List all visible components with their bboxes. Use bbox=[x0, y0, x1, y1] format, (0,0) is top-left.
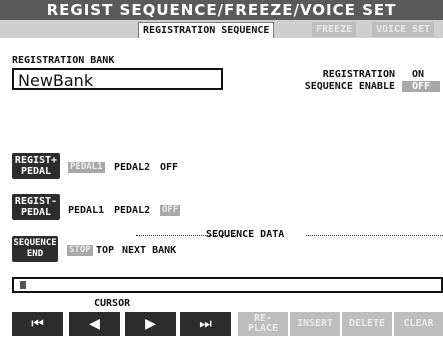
sequence-enable-label-line1: REGISTRATION bbox=[322, 69, 395, 80]
cursor-first-button[interactable]: ⏮ bbox=[12, 312, 63, 336]
regist-plus-pedal1-option[interactable]: PEDAL1 bbox=[68, 162, 105, 173]
sequence-end-next-bank-option[interactable]: NEXT BANK bbox=[122, 245, 176, 256]
regist-plus-label-line1: REGIST+ bbox=[14, 155, 58, 166]
regist-plus-label-line2: PEDAL bbox=[20, 166, 52, 177]
regist-minus-pedal-button[interactable]: REGIST- PEDAL bbox=[12, 194, 60, 220]
regist-minus-off-option[interactable]: OFF bbox=[160, 205, 181, 216]
replace-button[interactable]: RE- PLACE bbox=[238, 312, 288, 336]
sequence-end-label-line1: SEQUENCE bbox=[13, 238, 57, 248]
registration-bank-label: REGISTRATION BANK bbox=[12, 55, 115, 66]
cursor-label: CURSOR bbox=[94, 298, 131, 309]
regist-plus-pedal2-option[interactable]: PEDAL2 bbox=[114, 162, 150, 173]
insert-button[interactable]: INSERT bbox=[290, 312, 340, 336]
arrow-left-icon: ◀ bbox=[89, 316, 100, 332]
sequence-enable-label-line2: SEQUENCE ENABLE bbox=[304, 81, 395, 92]
regist-minus-pedal2-option[interactable]: PEDAL2 bbox=[114, 205, 150, 216]
sequence-data-divider-right bbox=[306, 235, 443, 236]
window-title: REGIST SEQUENCE/FREEZE/VOICE SET bbox=[0, 0, 443, 20]
regist-minus-pedal1-option[interactable]: PEDAL1 bbox=[68, 205, 104, 216]
sequence-enable-on-option[interactable]: ON bbox=[412, 69, 424, 80]
sequence-end-stop-option[interactable]: STOP bbox=[67, 245, 93, 256]
regist-minus-label-line2: PEDAL bbox=[20, 207, 52, 218]
tab-voice-set[interactable]: VOICE SET bbox=[372, 22, 435, 37]
sequence-end-label-line2: END bbox=[26, 249, 44, 259]
cursor-next-button[interactable]: ▶ bbox=[125, 312, 176, 336]
tab-freeze[interactable]: FREEZE bbox=[312, 22, 357, 37]
sequence-data-field[interactable] bbox=[12, 277, 443, 293]
sequence-end-button[interactable]: SEQUENCE END bbox=[12, 236, 58, 262]
delete-button[interactable]: DELETE bbox=[342, 312, 392, 336]
sequence-data-header: SEQUENCE DATA bbox=[206, 229, 285, 240]
registration-bank-name-field[interactable]: NewBank bbox=[12, 68, 223, 90]
regist-plus-pedal-button[interactable]: REGIST+ PEDAL bbox=[12, 153, 60, 179]
sequence-enable-off-option[interactable]: OFF bbox=[402, 81, 440, 92]
clear-button[interactable]: CLEAR bbox=[394, 312, 443, 336]
arrow-right-icon: ▶ bbox=[145, 316, 156, 332]
skip-to-start-icon: ⏮ bbox=[31, 316, 44, 332]
cursor-prev-button[interactable]: ◀ bbox=[69, 312, 120, 336]
tab-registration-sequence[interactable]: REGISTRATION SEQUENCE bbox=[138, 22, 275, 38]
skip-to-end-icon: ⏭ bbox=[199, 316, 212, 332]
regist-plus-off-option[interactable]: OFF bbox=[160, 162, 178, 173]
sequence-end-top-option[interactable]: TOP bbox=[96, 245, 114, 256]
replace-label-line2: PLACE bbox=[247, 323, 279, 334]
regist-minus-label-line1: REGIST- bbox=[14, 196, 58, 207]
cursor-last-button[interactable]: ⏭ bbox=[180, 312, 231, 336]
text-cursor bbox=[20, 281, 26, 289]
